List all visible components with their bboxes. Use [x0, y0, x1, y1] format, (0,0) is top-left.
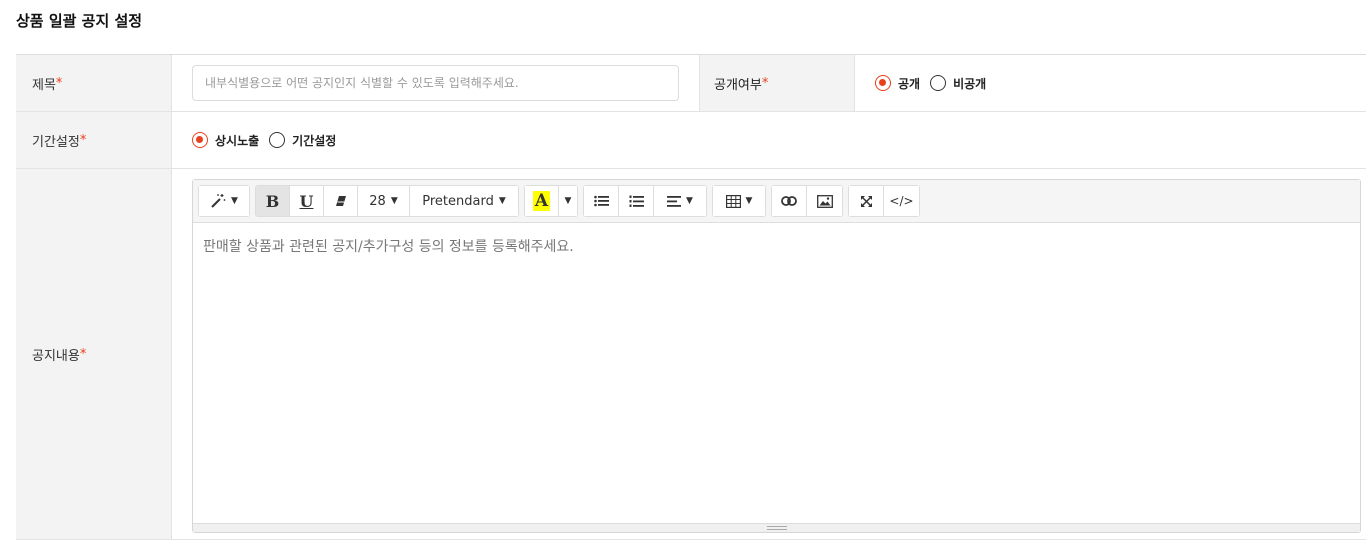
title-visibility-row: 제목* 공개여부* 공개 비공개	[16, 55, 1366, 112]
editor-toolbar: ▼ B U 28 ▼ Pretendard ▼ A ▼ ▼ ▼ </>	[193, 180, 1360, 223]
editor-content-area[interactable]: 판매할 상품과 관련된 공지/추가구성 등의 정보를 등록해주세요.	[193, 223, 1360, 269]
rich-text-editor: ▼ B U 28 ▼ Pretendard ▼ A ▼ ▼ ▼ </> 판매할 …	[192, 179, 1361, 533]
radio-label: 기간설정	[292, 133, 337, 148]
align-left-icon	[667, 195, 682, 207]
eraser-icon	[335, 196, 346, 206]
editor-resize-handle[interactable]	[193, 523, 1360, 532]
bullet-list-icon	[593, 195, 609, 207]
visibility-label-text: 공개여부	[714, 77, 762, 93]
table-dropdown[interactable]: ▼	[713, 186, 765, 216]
code-view-button[interactable]: </>	[884, 186, 919, 216]
bold-button[interactable]: B	[256, 186, 290, 216]
fullscreen-button[interactable]	[849, 186, 884, 216]
table-icon	[725, 194, 741, 208]
style-group: ▼	[198, 185, 250, 217]
notice-form: 제목* 공개여부* 공개 비공개 기간설정*	[16, 54, 1366, 540]
insert-group	[771, 185, 843, 217]
expand-icon	[860, 195, 872, 207]
period-cell: 상시노출 기간설정	[172, 112, 346, 168]
visibility-public-radio[interactable]: 공개	[875, 75, 920, 92]
period-row: 기간설정 * 상시노출 기간설정	[16, 112, 1366, 169]
chevron-down-icon: ▼	[564, 196, 572, 206]
period-label-text: 기간설정	[32, 134, 80, 150]
required-mark: *	[79, 346, 87, 362]
radio-checked-icon	[192, 132, 208, 148]
underline-button[interactable]: U	[290, 186, 324, 216]
chevron-down-icon: ▼	[745, 196, 753, 206]
table-group: ▼	[712, 185, 766, 217]
link-button[interactable]	[772, 186, 807, 216]
period-always-radio[interactable]: 상시노출	[192, 132, 259, 149]
page-title: 상품 일괄 공지 설정	[16, 12, 143, 30]
chevron-down-icon: ▼	[498, 196, 506, 206]
image-button[interactable]	[807, 186, 842, 216]
radio-unchecked-icon	[930, 75, 947, 91]
radio-label: 상시노출	[215, 133, 260, 148]
period-label: 기간설정 *	[16, 112, 172, 168]
title-input[interactable]	[192, 65, 679, 101]
align-dropdown[interactable]: ▼	[654, 186, 706, 216]
radio-unchecked-icon	[269, 132, 286, 148]
period-range-radio[interactable]: 기간설정	[269, 132, 336, 149]
radio-checked-icon	[875, 75, 891, 91]
title-label: 제목 *	[16, 55, 172, 111]
radio-label: 공개	[898, 76, 921, 91]
chevron-down-icon: ▼	[390, 196, 398, 206]
color-group: A ▼	[524, 185, 578, 217]
link-icon	[781, 196, 797, 206]
paragraph-group: ▼	[583, 185, 707, 217]
content-row: 공지내용 * ▼ B U 28 ▼ Pretendard ▼ A ▼ ▼ ▼ <…	[16, 169, 1366, 540]
visibility-radio-group: 공개 비공개	[875, 75, 996, 92]
font-group: B U 28 ▼ Pretendard ▼	[255, 185, 519, 217]
visibility-label: 공개여부 *	[699, 55, 855, 111]
image-icon	[816, 194, 833, 208]
content-label-text: 공지내용	[32, 348, 80, 364]
content-cell: ▼ B U 28 ▼ Pretendard ▼ A ▼ ▼ ▼ </> 판매할 …	[172, 169, 1361, 539]
numbered-list-icon	[629, 195, 644, 207]
title-label-text: 제목	[32, 77, 56, 93]
required-mark: *	[55, 75, 63, 91]
ordered-list-button[interactable]	[619, 186, 654, 216]
font-color-button[interactable]: A	[525, 186, 559, 216]
unordered-list-button[interactable]	[584, 186, 619, 216]
magic-wand-icon	[211, 194, 226, 208]
eraser-button[interactable]	[324, 186, 358, 216]
text-color-icon: A	[532, 191, 551, 211]
required-mark: *	[761, 75, 769, 91]
content-label: 공지내용 *	[16, 169, 172, 539]
period-radio-group: 상시노출 기간설정	[192, 132, 346, 149]
font-family-dropdown[interactable]: Pretendard ▼	[410, 186, 518, 216]
chevron-down-icon: ▼	[686, 196, 693, 206]
grip-icon	[766, 526, 787, 530]
font-size-dropdown[interactable]: 28 ▼	[358, 186, 410, 216]
title-cell	[172, 55, 679, 111]
font-family-value: Pretendard	[422, 193, 494, 209]
visibility-private-radio[interactable]: 비공개	[930, 75, 986, 92]
radio-label: 비공개	[953, 76, 987, 91]
view-group: </>	[848, 185, 920, 217]
magic-style-button[interactable]: ▼	[199, 186, 249, 216]
chevron-down-icon: ▼	[231, 196, 238, 206]
required-mark: *	[79, 132, 87, 148]
font-size-value: 28	[369, 193, 386, 209]
font-color-dropdown[interactable]: ▼	[559, 186, 577, 216]
visibility-cell: 공개 비공개	[855, 55, 996, 111]
